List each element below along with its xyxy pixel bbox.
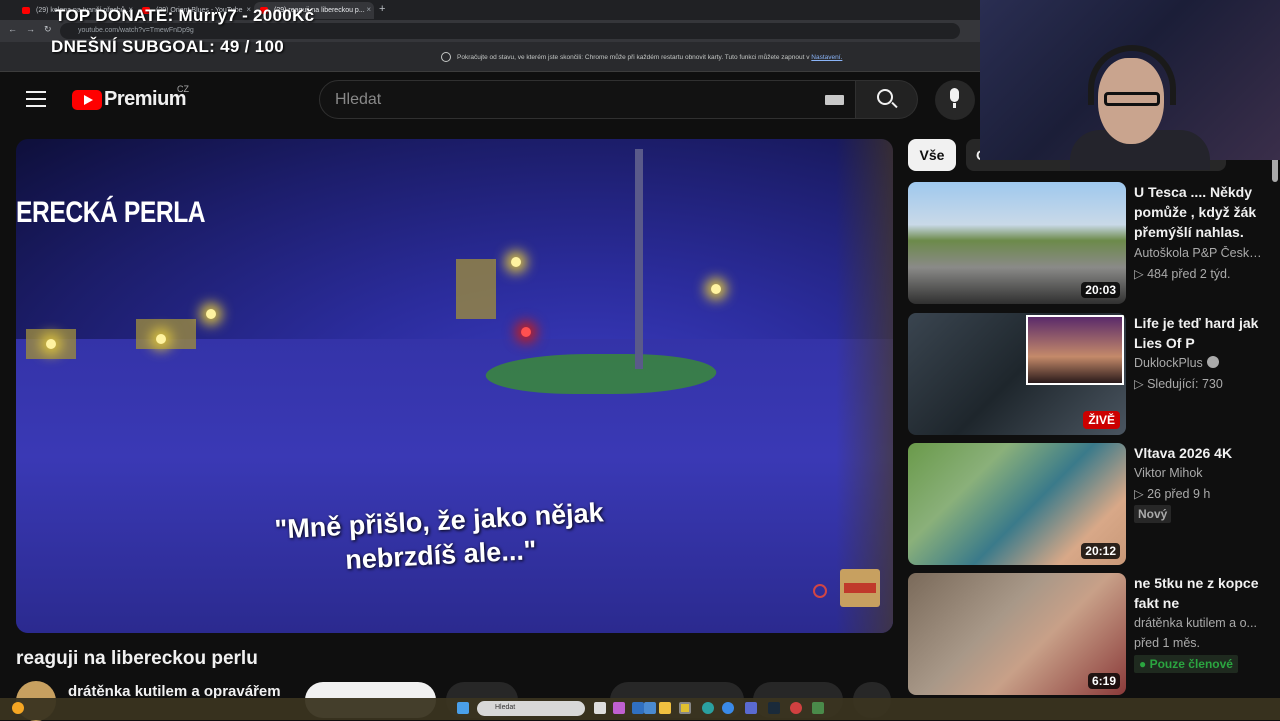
chrome-icon[interactable] (679, 702, 691, 714)
video-duration: 20:12 (1081, 543, 1120, 559)
app-icon[interactable] (790, 702, 802, 714)
forward-icon[interactable]: → (26, 24, 35, 34)
recommendation-title[interactable]: Life je teď hard jak Lies Of P (1134, 313, 1264, 353)
video-duration: 20:03 (1081, 282, 1120, 298)
chrome-icon (441, 52, 451, 62)
weather-icon[interactable] (12, 702, 24, 714)
recommendation-channel[interactable]: Autoškola P&P Český... (1134, 246, 1262, 260)
subgoal-overlay: DNEŠNÍ SUBGOAL: 49 / 100 (51, 37, 284, 56)
recommendation-thumbnail[interactable]: 20:03 (908, 182, 1126, 304)
car-frame (836, 139, 893, 633)
members-only-badge: ● Pouze členové (1134, 655, 1238, 673)
street-light (206, 309, 216, 319)
settings-link[interactable]: Nastavení. (811, 54, 842, 61)
street-pole (635, 149, 643, 369)
recommendation-channel[interactable]: DuklockPlus (1134, 356, 1262, 370)
recommendation-channel[interactable]: drátěnka kutilem a o... (1134, 616, 1262, 630)
building (136, 319, 196, 349)
top-donate-overlay: TOP DONATE: Murry7 - 2000Kč (55, 6, 315, 25)
recommendation-meta: před 1 měs. (1134, 636, 1201, 650)
members-only-label: Pouze členové (1149, 657, 1233, 671)
verified-icon (1206, 356, 1219, 368)
recommendation-channel-name: DuklockPlus (1134, 356, 1203, 370)
channel-watermark-logo[interactable] (840, 569, 880, 607)
steam-icon[interactable] (768, 702, 780, 714)
mail-icon[interactable] (644, 702, 656, 714)
road-scene (16, 339, 893, 633)
recommendation-title[interactable]: U Tesca .... Někdy pomůže , když žák pře… (1134, 182, 1264, 242)
store-icon[interactable] (632, 702, 644, 714)
app-icon[interactable] (745, 702, 757, 714)
microphone-stem (953, 103, 956, 108)
recommendation-thumbnail[interactable]: 6:19 (908, 573, 1126, 695)
close-tab-icon[interactable]: × (366, 5, 371, 14)
chip-all[interactable]: Vše (908, 139, 956, 171)
new-tab-button[interactable]: + (379, 3, 385, 15)
task-view-icon[interactable] (594, 702, 606, 714)
search-input[interactable] (319, 80, 856, 119)
recommendation-title[interactable]: ne 5tku ne z kopce fakt ne (1134, 573, 1264, 613)
url-text: youtube.com/watch?v=TmewFnDp9g (78, 27, 194, 34)
recommendation-channel[interactable]: Viktor Mihok (1134, 466, 1262, 480)
recommendation-title[interactable]: Vltava 2026 4K (1134, 443, 1264, 463)
street-light (521, 327, 531, 337)
street-light (156, 334, 166, 344)
new-badge: Nový (1134, 505, 1172, 523)
record-icon (813, 584, 827, 598)
search-placeholder: Hledat (335, 91, 382, 108)
info-bar-message: Pokračujte od stavu, ve kterém jste skon… (457, 54, 810, 61)
search-icon[interactable] (877, 89, 893, 105)
street-light (46, 339, 56, 349)
app-icon[interactable] (722, 702, 734, 714)
street-light (511, 257, 521, 267)
building (456, 259, 496, 319)
edge-icon[interactable] (702, 702, 714, 714)
recommendation-thumbnail[interactable]: ŽIVĚ (908, 313, 1126, 435)
country-code: CZ (177, 84, 189, 94)
street-light (711, 284, 721, 294)
live-badge: ŽIVĚ (1083, 411, 1120, 429)
recommendation-meta: ▷ 484 před 2 týd. (1134, 267, 1231, 281)
video-title: reaguji na libereckou perlu (16, 648, 258, 669)
taskbar-search-placeholder: Hledat (495, 704, 516, 711)
copilot-icon[interactable] (613, 702, 625, 714)
video-duration: 6:19 (1087, 673, 1120, 689)
youtube-logo-icon[interactable] (72, 90, 102, 110)
windows-start-icon[interactable] (457, 702, 469, 714)
reload-icon[interactable]: ↻ (44, 24, 52, 35)
recommendation-meta: ▷ Sledující: 730 (1134, 377, 1223, 391)
app-icon[interactable] (812, 702, 824, 714)
glasses-icon (1104, 92, 1160, 106)
info-bar-text: Pokračujte od stavu, ve kterém jste skon… (457, 54, 842, 61)
keyboard-icon[interactable] (825, 95, 844, 105)
recommendation-meta: ▷ 26 před 9 h (1134, 487, 1211, 501)
video-overlay-title: ERECKÁ PERLA (16, 196, 206, 229)
recommendation-thumbnail[interactable]: 20:12 (908, 443, 1126, 565)
youtube-premium-logo[interactable]: Premium (104, 88, 187, 111)
back-icon[interactable]: ← (8, 24, 17, 34)
microphone-icon[interactable] (950, 88, 959, 102)
taskbar-search-input[interactable] (477, 701, 585, 716)
file-explorer-icon[interactable] (659, 702, 671, 714)
streamer-inset (1026, 315, 1124, 385)
youtube-favicon-icon (22, 7, 30, 14)
menu-icon[interactable] (26, 91, 46, 107)
